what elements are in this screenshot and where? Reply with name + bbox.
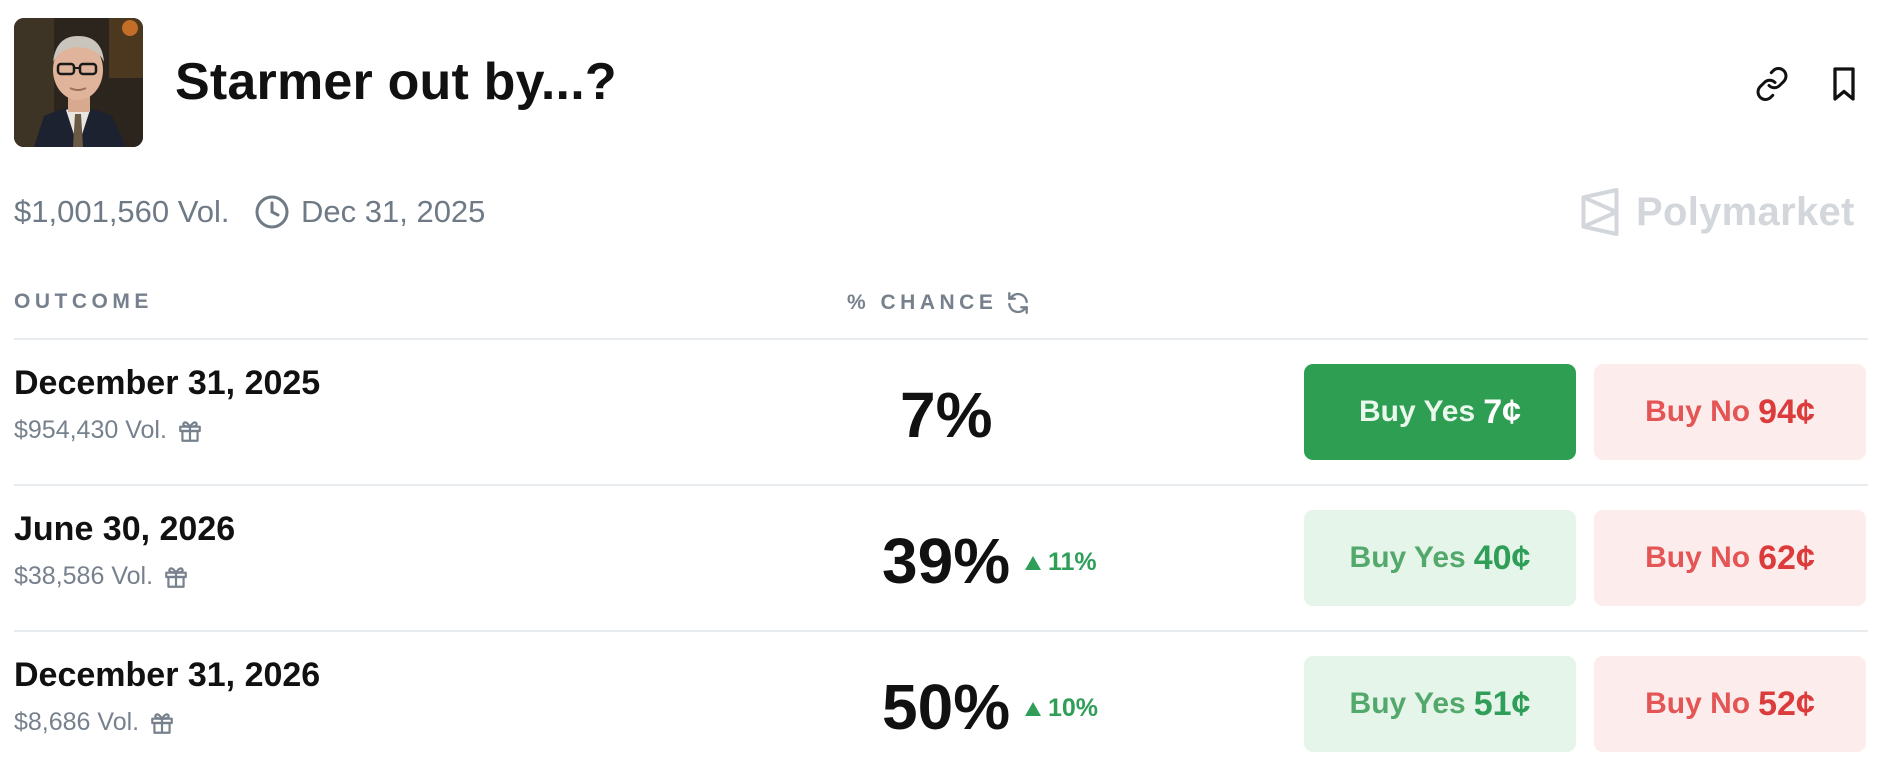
chance-delta-value: 11% [1048, 548, 1097, 576]
bookmark-button[interactable] [1820, 60, 1868, 108]
brand-name: Polymarket [1636, 189, 1855, 234]
buy-no-price: 94¢ [1758, 392, 1815, 431]
outcome-name: December 31, 2026 [14, 656, 321, 694]
outcome-name: June 30, 2026 [14, 510, 236, 548]
outcome-name: December 31, 2025 [14, 364, 321, 402]
market-header: Starmer out by...? [14, 18, 1880, 148]
chance-delta-value: 10% [1048, 694, 1099, 722]
column-chance: % CHANCE [847, 290, 1031, 316]
copy-link-button[interactable] [1748, 60, 1796, 108]
gift-icon[interactable] [177, 418, 203, 444]
buy-yes-label: Buy Yes [1349, 687, 1466, 720]
polymarket-icon [1581, 188, 1619, 236]
buy-yes-button[interactable]: Buy Yes 7¢ [1304, 364, 1576, 460]
buy-yes-button[interactable]: Buy Yes 40¢ [1304, 510, 1576, 606]
chance-delta: 11% [1024, 548, 1097, 577]
table-row[interactable]: June 30, 2026 $38,586 Vol. 39% 11% Buy Y… [14, 486, 1868, 630]
brand-logo: Polymarket [1578, 188, 1855, 236]
outcome-volume-value: $954,430 Vol. [14, 416, 167, 444]
triangle-up-icon [1025, 555, 1041, 570]
buy-no-price: 62¢ [1758, 538, 1815, 577]
table-header: OUTCOME % CHANCE [14, 286, 1868, 336]
market-end-date: Dec 31, 2025 [301, 194, 486, 229]
gift-icon[interactable] [163, 564, 189, 590]
buy-yes-label: Buy Yes [1349, 541, 1466, 574]
outcome-chance: 7% [900, 379, 993, 451]
market-title: Starmer out by...? [175, 53, 617, 111]
outcome-chance: 50% [882, 671, 1011, 743]
outcome-volume: $8,686 Vol. [14, 708, 175, 737]
chance-delta: 10% [1024, 694, 1098, 723]
buy-no-label: Buy No [1645, 395, 1751, 428]
outcome-volume: $38,586 Vol. [14, 562, 189, 591]
market-meta: $1,001,560 Vol. Dec 31, 2025 Polymarket [14, 188, 1874, 236]
column-chance-label: % CHANCE [847, 291, 998, 314]
clock-icon [255, 195, 289, 229]
buy-no-button[interactable]: Buy No 62¢ [1594, 510, 1866, 606]
outcome-volume-value: $8,686 Vol. [14, 708, 140, 736]
outcome-chance: 39% [882, 525, 1011, 597]
outcome-volume-value: $38,586 Vol. [14, 562, 154, 590]
outcome-volume: $954,430 Vol. [14, 416, 203, 445]
buy-no-button[interactable]: Buy No 52¢ [1594, 656, 1866, 752]
gift-icon[interactable] [149, 710, 175, 736]
market-avatar [14, 18, 143, 147]
buy-yes-price: 40¢ [1473, 538, 1531, 577]
market-volume: $1,001,560 Vol. [14, 194, 230, 229]
bookmark-icon [1833, 67, 1855, 101]
buy-no-label: Buy No [1645, 541, 1751, 574]
buy-yes-price: 7¢ [1483, 392, 1522, 431]
market-card: Starmer out by...? $1,001,560 Vol. Dec 3… [0, 0, 1880, 766]
buy-no-label: Buy No [1645, 687, 1751, 720]
buy-no-button[interactable]: Buy No 94¢ [1594, 364, 1866, 460]
column-outcome: OUTCOME [14, 290, 153, 313]
buy-yes-price: 51¢ [1473, 684, 1531, 723]
table-row[interactable]: December 31, 2026 $8,686 Vol. 50% 10% Bu… [14, 632, 1868, 776]
triangle-up-icon [1025, 701, 1041, 716]
refresh-icon[interactable] [1005, 290, 1031, 316]
buy-yes-label: Buy Yes [1358, 395, 1476, 428]
buy-no-price: 52¢ [1758, 684, 1815, 723]
table-row[interactable]: December 31, 2025 $954,430 Vol. 7% Buy Y… [14, 340, 1868, 484]
buy-yes-button[interactable]: Buy Yes 51¢ [1304, 656, 1576, 752]
link-icon [1756, 67, 1788, 101]
